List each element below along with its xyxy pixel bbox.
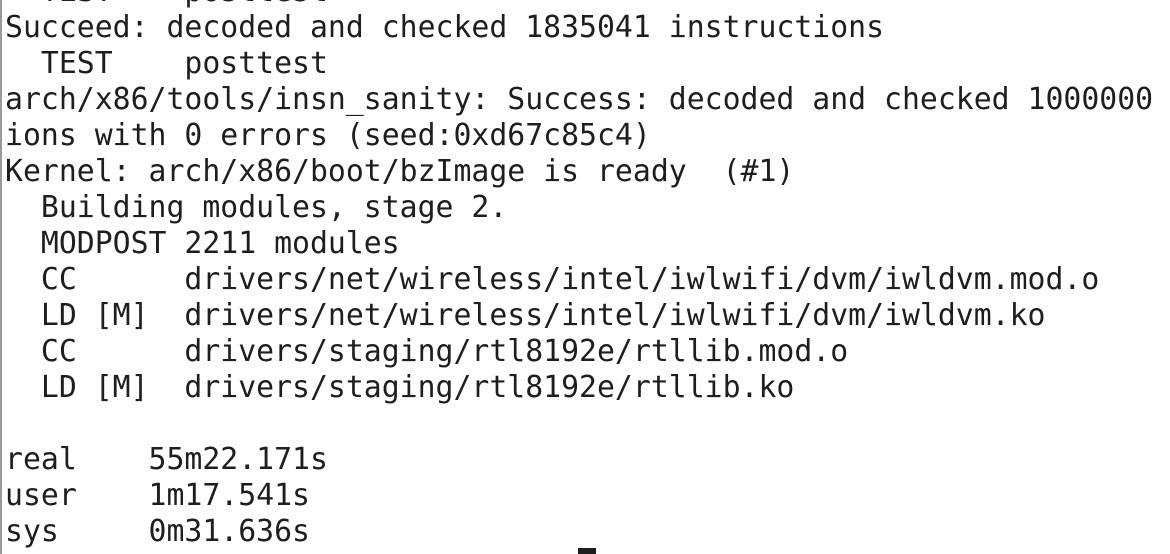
text-cursor [578, 548, 596, 554]
terminal-line: arch/x86/tools/insn_sanity: Success: dec… [5, 82, 1154, 117]
terminal-output[interactable]: TEST posttestSucceed: decoded and checke… [5, 0, 1170, 550]
terminal-line: ions with 0 errors (seed:0xd67c85c4) [5, 118, 651, 153]
terminal-line: LD [M] drivers/staging/rtl8192e/rtllib.k… [5, 370, 795, 405]
terminal-line: real 55m22.171s [5, 442, 328, 477]
terminal-line: MODPOST 2211 modules [5, 226, 400, 261]
terminal-line: CC drivers/staging/rtl8192e/rtllib.mod.o [5, 334, 849, 369]
terminal-line: TEST posttest [5, 46, 328, 81]
terminal-line: sys 0m31.636s [5, 514, 310, 549]
window-border [0, 0, 2, 554]
terminal-line: user 1m17.541s [5, 478, 310, 513]
terminal-line: Succeed: decoded and checked 1835041 ins… [5, 10, 885, 45]
terminal-line: Building modules, stage 2. [5, 190, 508, 225]
terminal-line: Kernel: arch/x86/boot/bzImage is ready (… [5, 154, 795, 189]
terminal-line: CC drivers/net/wireless/intel/iwlwifi/dv… [5, 262, 1100, 297]
terminal-line: LD [M] drivers/net/wireless/intel/iwlwif… [5, 298, 1046, 333]
terminal-line: TEST posttest [5, 0, 1170, 10]
